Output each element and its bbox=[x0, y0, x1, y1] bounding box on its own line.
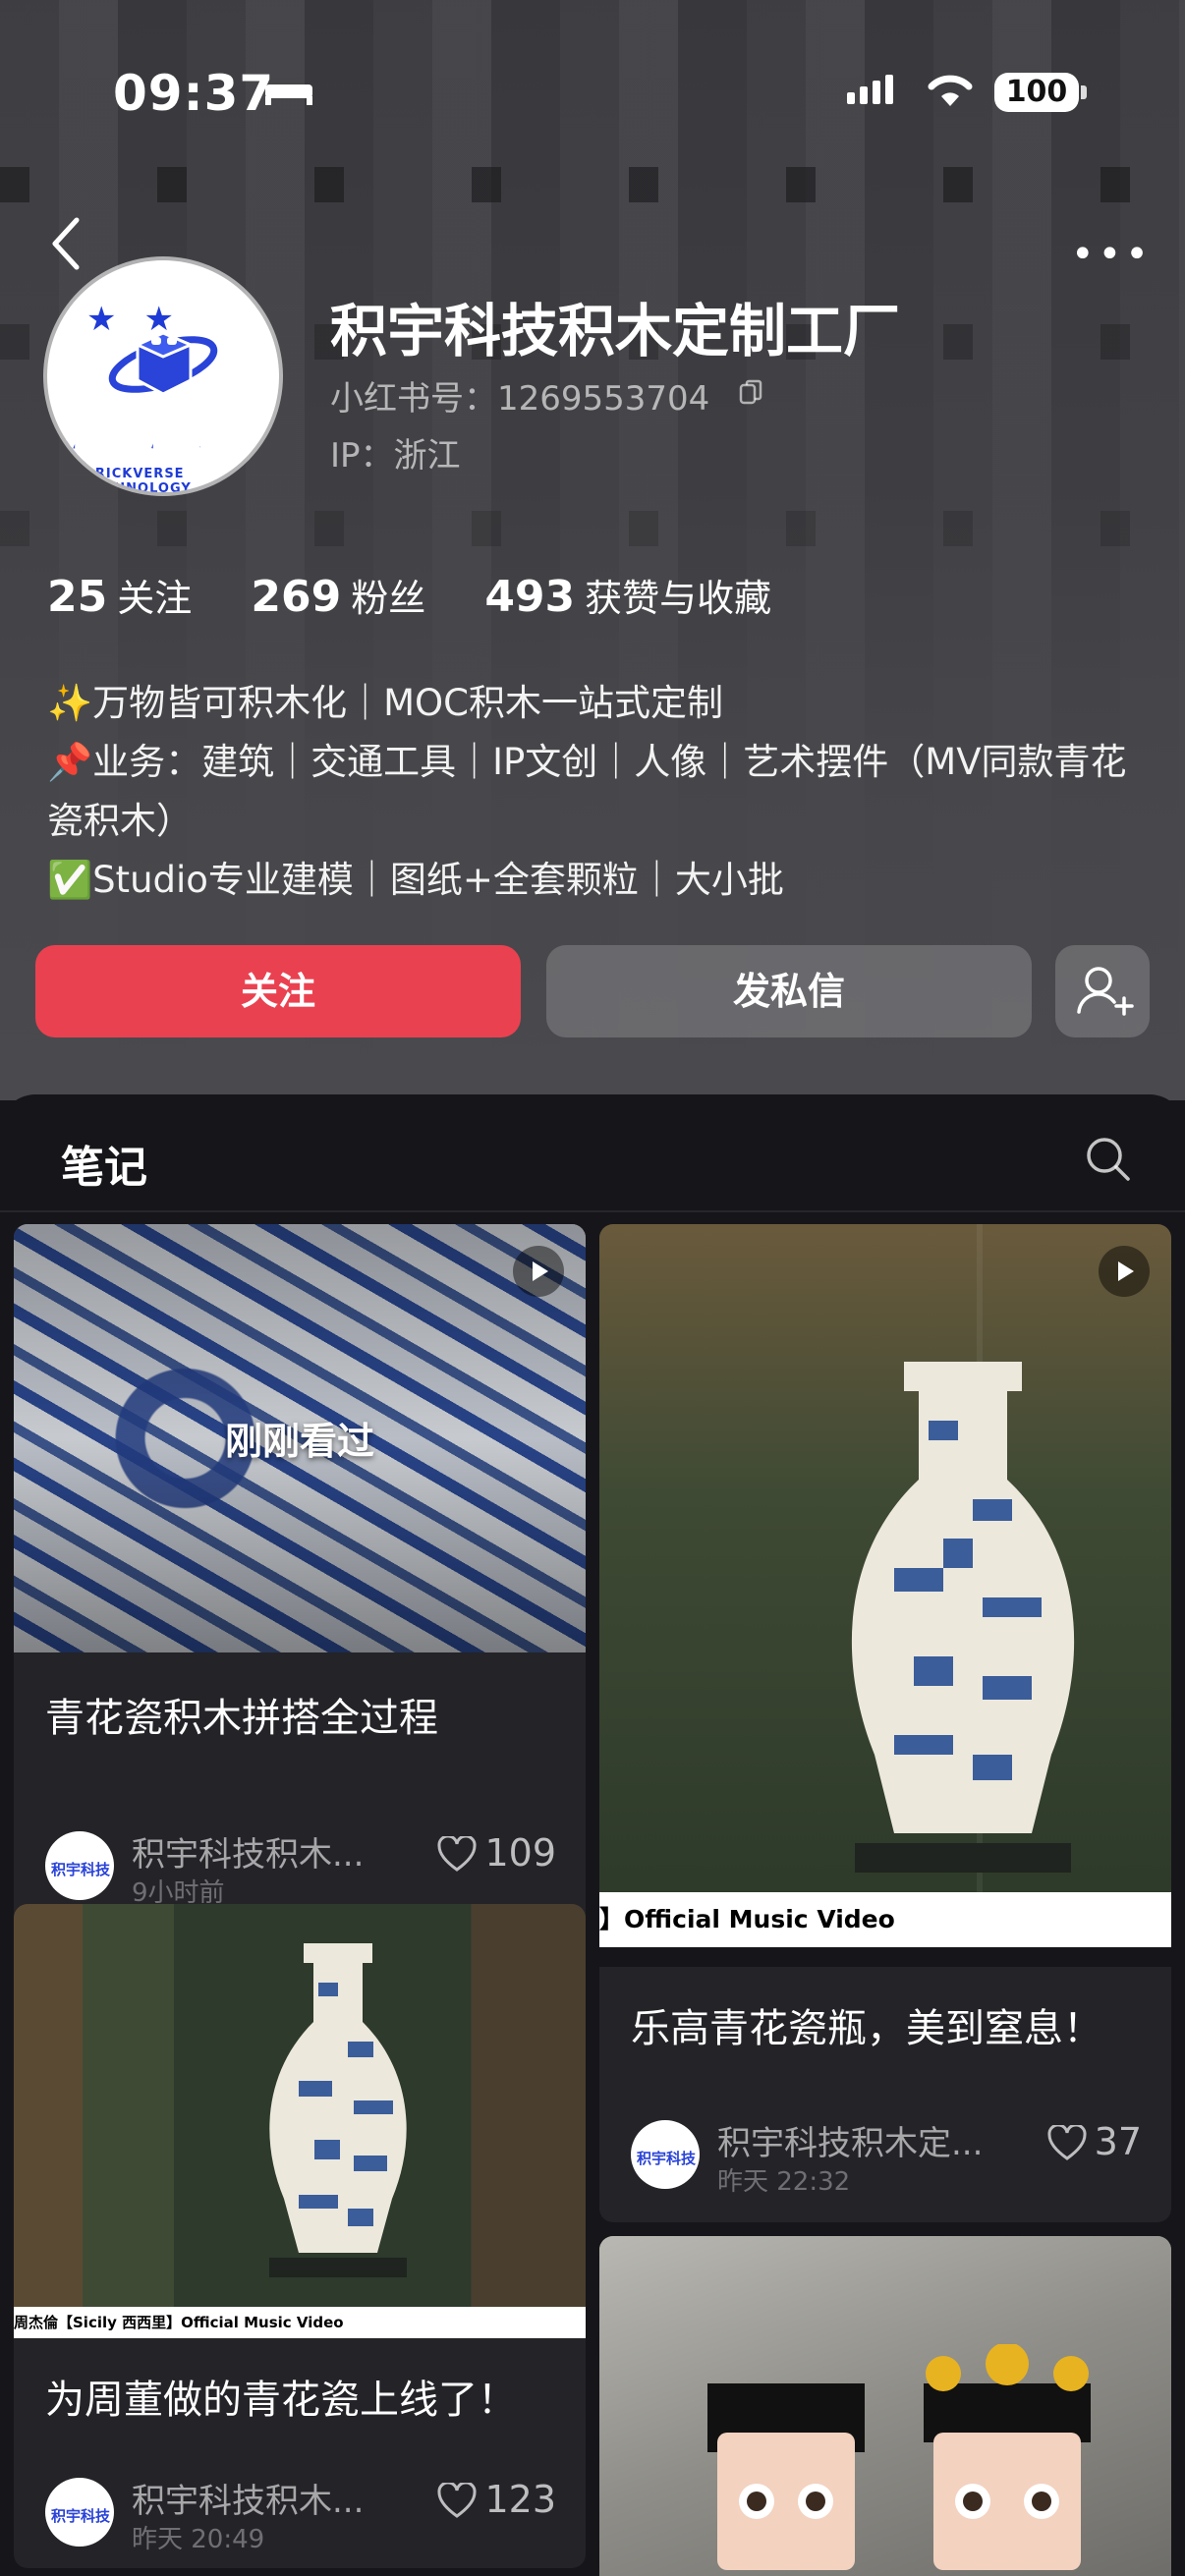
note-time: 昨天 22:32 bbox=[717, 2167, 851, 2197]
profile-name: 积宇科技积木定制工厂 bbox=[330, 298, 901, 364]
bio-line: ✨万物皆可积木化｜MOC积木一站式定制 bbox=[47, 682, 723, 724]
note-card-4[interactable] bbox=[599, 2236, 1171, 2576]
bed-icon bbox=[265, 84, 312, 105]
video-play-icon bbox=[1099, 1246, 1150, 1297]
note-author: 积宇科技积木定... bbox=[717, 2124, 984, 2163]
note-title: 青花瓷积木拼搭全过程 bbox=[45, 1696, 438, 1741]
bio-line: 📌业务：建筑｜交通工具｜IP文创｜人像｜艺术摆件（MV同款青花瓷积木） bbox=[47, 741, 1127, 842]
avatar[interactable]: ★★ 积宇科技 BRICKVERSE TECHNOLOGY bbox=[47, 260, 279, 492]
video-caption: 】Official Music Video bbox=[599, 1892, 1171, 1947]
heart-icon bbox=[1047, 2123, 1087, 2160]
copy-icon[interactable] bbox=[739, 379, 762, 407]
note-title: 乐高青花瓷瓶，美到窒息！ bbox=[631, 2006, 1102, 2051]
note-author: 积宇科技积木... bbox=[132, 2482, 365, 2521]
author-avatar: 积宇科技 bbox=[631, 2120, 700, 2189]
vase-image bbox=[269, 1943, 407, 2277]
like-count[interactable]: 37 bbox=[1047, 2120, 1142, 2163]
author-avatar: 积宇科技 bbox=[45, 2478, 114, 2547]
stat-likes-collects[interactable]: 493 获赞与收藏 bbox=[484, 572, 771, 622]
video-caption: 周杰倫【Sicily 西西里】Official Music Video bbox=[14, 2307, 586, 2338]
tab-notes[interactable]: 笔记 bbox=[61, 1132, 147, 1195]
notes-panel: 笔记 刚刚看过 青花瓷积木拼搭全过程 积宇科技 积宇科技积木... 9小时前 1… bbox=[0, 1094, 1185, 2576]
stat-following[interactable]: 25 关注 bbox=[47, 572, 192, 622]
brick-logo-icon bbox=[108, 331, 218, 396]
note-title: 为周董做的青花瓷上线了！ bbox=[45, 2378, 517, 2423]
wifi-icon bbox=[928, 75, 973, 106]
back-icon[interactable] bbox=[43, 214, 90, 273]
stat-followers[interactable]: 269 粉丝 bbox=[251, 572, 425, 622]
status-bar: 09:37 100 bbox=[0, 59, 1185, 128]
note-author: 积宇科技积木... bbox=[132, 1835, 365, 1875]
follow-button[interactable]: 关注 bbox=[35, 945, 521, 1037]
like-count[interactable]: 123 bbox=[437, 2478, 556, 2521]
caption-gap bbox=[599, 1947, 1171, 1967]
red-id: 小红书号：1269553704 bbox=[330, 379, 710, 419]
heart-icon bbox=[437, 2481, 477, 2518]
message-button[interactable]: 发私信 bbox=[546, 945, 1032, 1037]
profile-bio: ✨万物皆可积木化｜MOC积木一站式定制 📌业务：建筑｜交通工具｜IP文创｜人像｜… bbox=[47, 674, 1138, 910]
note-card-3[interactable]: 周杰倫【Sicily 西西里】Official Music Video 为周董做… bbox=[14, 1904, 586, 2568]
avatar-logo-subtext: BRICKVERSE TECHNOLOGY bbox=[85, 467, 192, 492]
heart-icon bbox=[437, 1834, 477, 1872]
note-card-2[interactable]: 】Official Music Video 乐高青花瓷瓶，美到窒息！ 积宇科技 … bbox=[599, 1224, 1171, 2222]
note-time: 昨天 20:49 bbox=[132, 2525, 265, 2554]
vase-image bbox=[851, 1362, 1075, 1873]
signal-icon bbox=[847, 75, 893, 104]
background-decor bbox=[0, 511, 1185, 546]
add-friend-button[interactable] bbox=[1055, 945, 1150, 1037]
recently-viewed-label: 刚刚看过 bbox=[224, 1420, 374, 1463]
bio-line: ✅Studio专业建模｜图纸+全套颗粒｜大小批 bbox=[47, 859, 784, 901]
battery-nub bbox=[1081, 85, 1087, 99]
background-decor bbox=[0, 167, 1185, 202]
note-card-1[interactable]: 刚刚看过 青花瓷积木拼搭全过程 积宇科技 积宇科技积木... 9小时前 109 bbox=[14, 1224, 586, 2000]
figure-image bbox=[707, 2344, 1091, 2570]
profile-stats: 25 关注 269 粉丝 493 获赞与收藏 bbox=[47, 568, 818, 622]
video-play-icon bbox=[513, 1246, 564, 1297]
like-count[interactable]: 109 bbox=[437, 1831, 556, 1875]
battery-indicator: 100 bbox=[994, 73, 1079, 112]
ip-location: IP：浙江 bbox=[330, 436, 461, 476]
search-icon[interactable] bbox=[1085, 1136, 1132, 1183]
profile-header bbox=[0, 0, 1185, 1100]
clock: 09:37 bbox=[113, 65, 275, 122]
author-avatar: 积宇科技 bbox=[45, 1831, 114, 1900]
more-options-icon[interactable]: ••• bbox=[1071, 232, 1153, 277]
add-user-icon bbox=[1077, 967, 1134, 1016]
divider bbox=[0, 1210, 1185, 1212]
